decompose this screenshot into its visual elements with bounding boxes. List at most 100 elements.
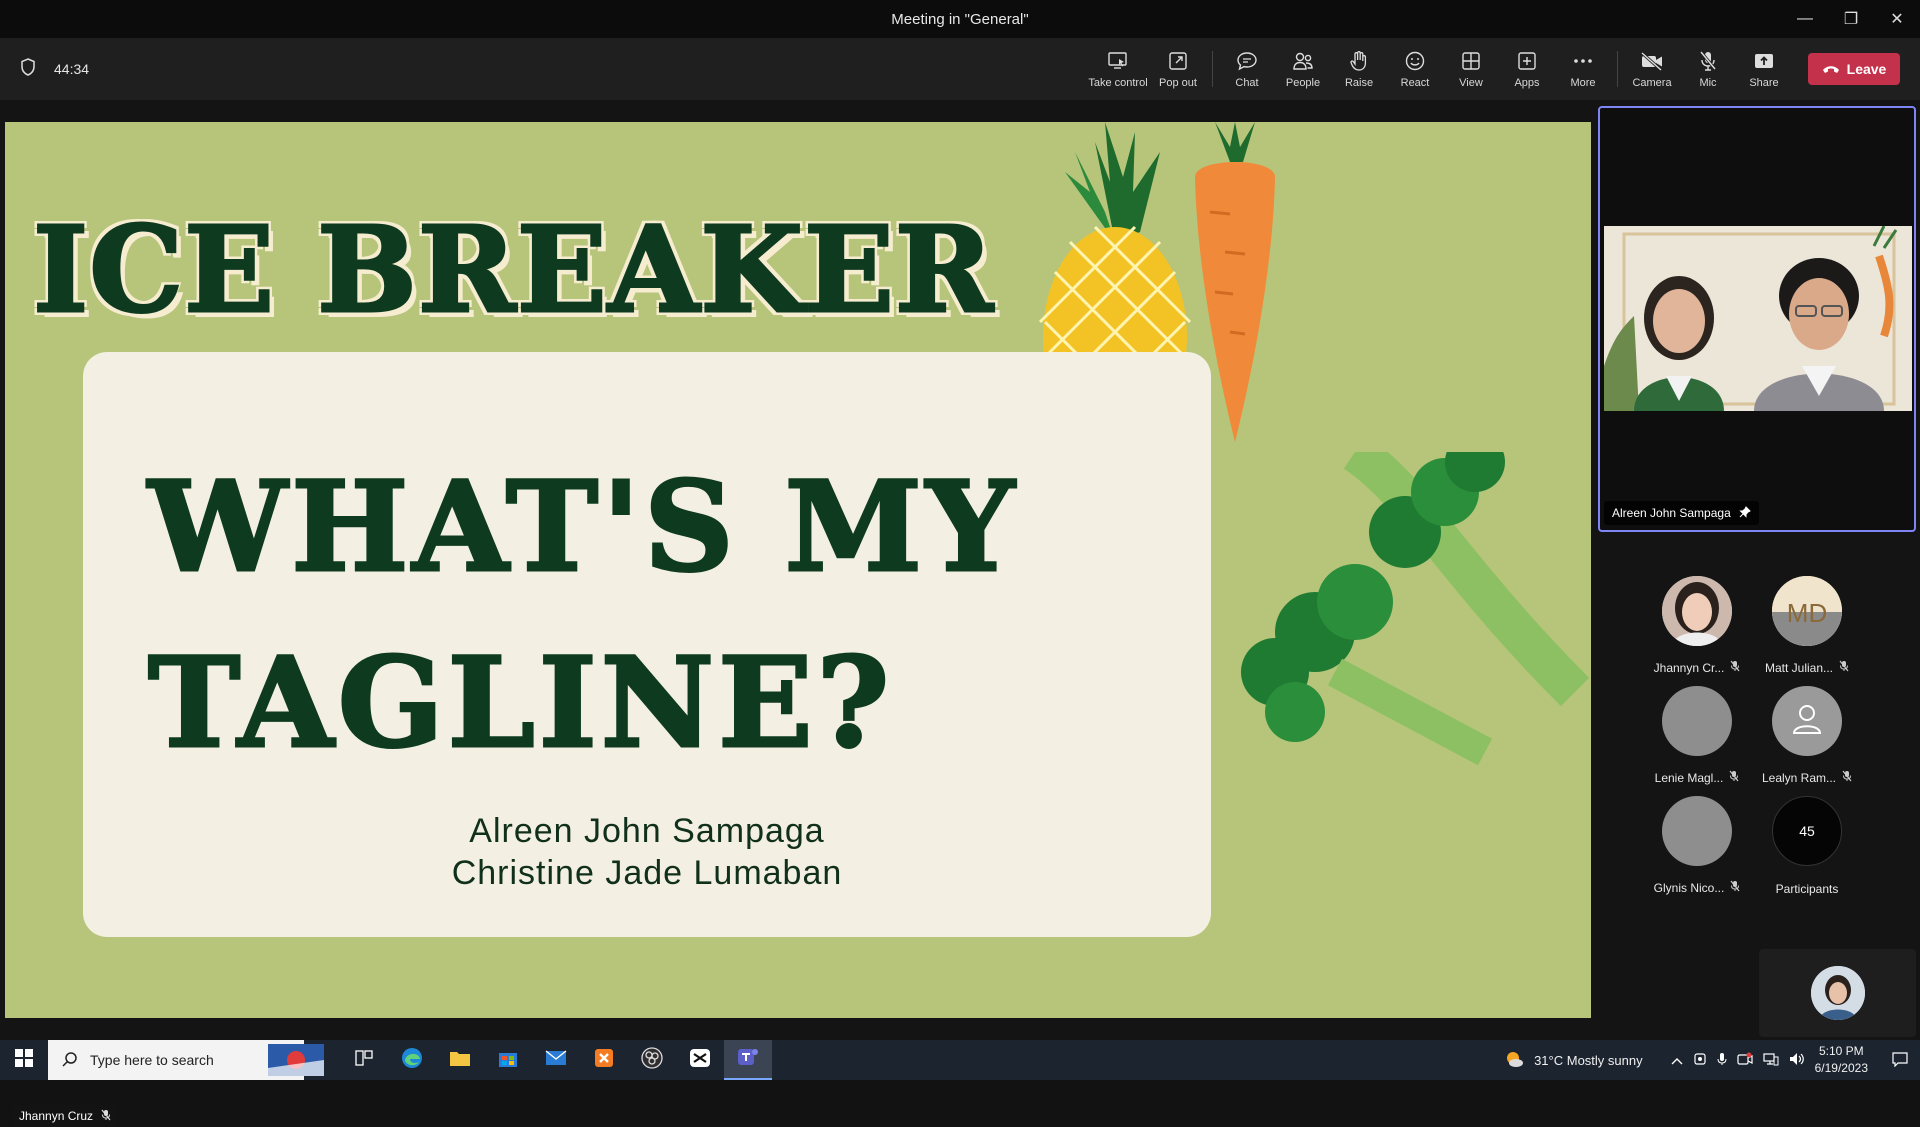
take-control-button[interactable]: Take control <box>1086 38 1150 100</box>
video-frame-image <box>1604 226 1912 411</box>
presenter-nametag: Jhannyn Cruz <box>13 1105 118 1127</box>
chat-button[interactable]: Chat <box>1219 38 1275 100</box>
clock-time: 5:10 PM <box>1818 1044 1864 1058</box>
shared-screen-stage: ICE BREAKER WHAT'S MY TAGLINE? Alreen Jo… <box>0 100 1596 1127</box>
participant-tile[interactable]: Glynis Nico... <box>1642 796 1752 895</box>
more-label: More <box>1570 76 1596 89</box>
pin-icon <box>1739 505 1751 521</box>
camera-button[interactable]: Camera <box>1624 38 1680 100</box>
chat-icon <box>1236 50 1258 72</box>
capcut-icon <box>689 1048 711 1073</box>
presenter-name-2: Christine Jade Lumaban <box>451 854 843 892</box>
react-label: React <box>1400 76 1430 89</box>
minimize-button[interactable]: — <box>1782 0 1828 38</box>
camera-label: Camera <box>1632 76 1672 89</box>
people-icon <box>1292 50 1314 72</box>
file-explorer-button[interactable] <box>436 1040 484 1080</box>
mic-muted-icon <box>1730 660 1740 675</box>
notifications-icon[interactable] <box>1892 1051 1908 1070</box>
edge-button[interactable] <box>388 1040 436 1080</box>
add-app-icon <box>1517 50 1537 72</box>
store-button[interactable] <box>484 1040 532 1080</box>
weather-text[interactable]: 31°C Mostly sunny <box>1534 1053 1643 1068</box>
meet-now-icon[interactable] <box>1737 1052 1753 1069</box>
participants-panel: Alreen John Sampaga Jhannyn Cr... MD Mat… <box>1596 100 1920 1040</box>
raise-hand-button[interactable]: Raise <box>1331 38 1387 100</box>
camera-tray-icon[interactable] <box>1693 1052 1707 1069</box>
mic-off-icon <box>1698 50 1718 72</box>
participant-video <box>1604 226 1912 411</box>
pop-out-label: Pop out <box>1159 76 1197 89</box>
avatar: MD <box>1772 576 1842 646</box>
heading-line-1: WHAT'S MY <box>147 454 1019 602</box>
share-button[interactable]: Share <box>1736 38 1792 100</box>
participants-overflow-button[interactable]: 45 Participants <box>1752 796 1862 896</box>
start-button[interactable] <box>0 1040 48 1080</box>
participants-count: 45 <box>1799 823 1815 839</box>
presenter-names: Alreen John Sampaga Christine Jade Lumab… <box>83 810 1211 894</box>
avatar <box>1772 686 1842 756</box>
chat-label: Chat <box>1235 76 1259 89</box>
leave-button[interactable]: Leave <box>1808 53 1900 85</box>
xampp-button[interactable] <box>580 1040 628 1080</box>
store-icon <box>498 1048 518 1073</box>
react-button[interactable]: React <box>1387 38 1443 100</box>
chevron-up-icon[interactable] <box>1671 1053 1683 1068</box>
avatar <box>1662 796 1732 866</box>
capcut-button[interactable] <box>676 1040 724 1080</box>
taskbar-clock[interactable]: 5:10 PM 6/19/2023 <box>1815 1043 1868 1077</box>
pop-out-button[interactable]: Pop out <box>1150 38 1206 100</box>
participant-tile[interactable]: Lealyn Ram... <box>1752 686 1862 785</box>
view-button[interactable]: View <box>1443 38 1499 100</box>
avatar <box>1662 686 1732 756</box>
participant-name: Lealyn Ram... <box>1761 770 1837 785</box>
system-tray: 31°C Mostly sunny 5:10 PM 6/19/2023 <box>1504 1040 1920 1080</box>
task-view-button[interactable] <box>340 1040 388 1080</box>
heading-line-2: TAGLINE? <box>147 630 894 778</box>
search-icon <box>62 1051 78 1070</box>
participant-tile[interactable]: Lenie Magl... <box>1642 686 1752 785</box>
teams-button[interactable] <box>724 1040 772 1080</box>
mic-muted-icon <box>1842 770 1852 785</box>
title-card: WHAT'S MY TAGLINE? Alreen John Sampaga C… <box>83 352 1211 937</box>
search-placeholder: Type here to search <box>90 1052 214 1068</box>
pinned-participant-nametag: Alreen John Sampaga <box>1604 501 1759 525</box>
people-button[interactable]: People <box>1275 38 1331 100</box>
window-title-bar: Meeting in "General" — ❐ ✕ <box>0 0 1920 38</box>
pop-out-icon <box>1168 50 1188 72</box>
taskbar-search-input[interactable]: Type here to search <box>48 1040 304 1080</box>
participant-tile[interactable]: MD Matt Julian... <box>1752 576 1862 675</box>
obs-button[interactable] <box>628 1040 676 1080</box>
network-icon[interactable] <box>1763 1052 1779 1069</box>
apps-button[interactable]: Apps <box>1499 38 1555 100</box>
take-control-icon <box>1107 50 1129 72</box>
participant-tile[interactable]: Jhannyn Cr... <box>1642 576 1752 675</box>
toolbar-divider <box>1212 51 1213 87</box>
taskbar-apps <box>340 1040 772 1080</box>
participant-name: Glynis Nico... <box>1653 880 1725 895</box>
folder-icon <box>449 1049 471 1072</box>
take-control-label: Take control <box>1088 76 1148 89</box>
mic-muted-icon <box>1839 660 1849 675</box>
edge-icon <box>401 1047 423 1074</box>
window-controls: — ❐ ✕ <box>1782 0 1920 38</box>
pinned-video-tile[interactable]: Alreen John Sampaga <box>1598 106 1916 532</box>
restore-button[interactable]: ❐ <box>1828 0 1874 38</box>
pinned-participant-name: Alreen John Sampaga <box>1612 506 1731 520</box>
share-label: Share <box>1749 76 1779 89</box>
weather-icon <box>1504 1049 1524 1072</box>
presenter-name-1: Alreen John Sampaga <box>469 812 825 850</box>
windows-taskbar: Type here to search 31°C Mostly sunny 5:… <box>0 1040 1920 1080</box>
close-button[interactable]: ✕ <box>1874 0 1920 38</box>
microphone-tray-icon[interactable] <box>1717 1052 1727 1069</box>
raise-hand-icon <box>1349 50 1369 72</box>
mic-button[interactable]: Mic <box>1680 38 1736 100</box>
participants-count-badge: 45 <box>1772 796 1842 866</box>
mic-muted-icon <box>1729 770 1739 785</box>
more-button[interactable]: More <box>1555 38 1611 100</box>
xampp-icon <box>594 1048 614 1073</box>
mail-button[interactable] <box>532 1040 580 1080</box>
task-view-icon <box>355 1049 373 1071</box>
self-view-tile[interactable] <box>1759 949 1916 1037</box>
volume-icon[interactable] <box>1789 1052 1805 1069</box>
